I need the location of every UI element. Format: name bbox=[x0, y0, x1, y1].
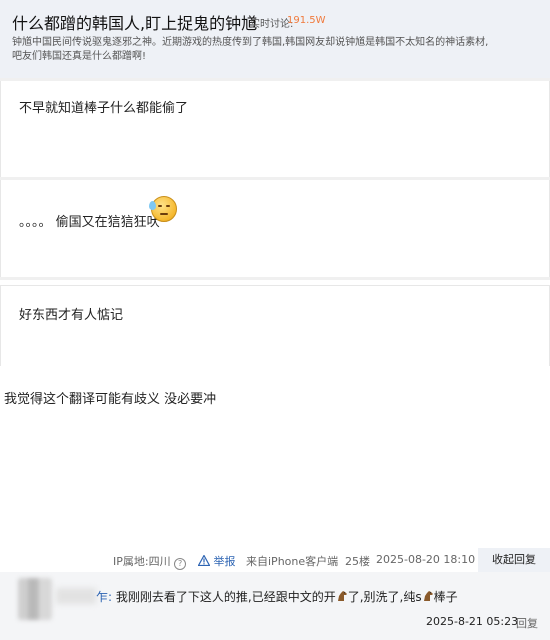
topic-title[interactable]: 什么都蹭的韩国人,盯上捉鬼的钟馗 bbox=[12, 10, 257, 34]
topic-header: 什么都蹭的韩国人,盯上捉鬼的钟馗 实时讨论: 191.5W 钟馗中国民间传说驱鬼… bbox=[0, 0, 550, 78]
report-label: 举报 bbox=[213, 555, 236, 568]
sub-reply-time: 2025-8-21 05:23 bbox=[426, 615, 519, 628]
comment-text: 好东西才有人惦记 bbox=[19, 308, 124, 323]
sweat-smile-emoji-icon bbox=[149, 196, 177, 222]
horse-emoji-icon bbox=[337, 591, 347, 601]
source-text: 来自iPhone客户端 bbox=[246, 553, 338, 569]
topic-description: 钟馗中国民间传说驱鬼逐邪之神。近期游戏的热度传到了韩国,韩国网友却说钟馗是韩国不… bbox=[12, 37, 489, 62]
comment-card: 不早就知道棒子什么都能偷了 bbox=[0, 81, 550, 177]
sub-reply-text-part2: 了,别洗了,纯s bbox=[347, 590, 422, 604]
username-blurred[interactable] bbox=[56, 588, 96, 604]
floor-number: 25楼 bbox=[345, 555, 370, 568]
sub-reply-button[interactable]: 回复 bbox=[516, 615, 538, 631]
reply-time: 2025-08-20 18:10 bbox=[376, 553, 476, 566]
sub-reply-username[interactable]: 乍: bbox=[96, 590, 112, 604]
sub-reply-text-part3: 棒子 bbox=[433, 590, 458, 604]
reply-text: 我觉得这个翻译可能有歧义 没必要冲 bbox=[4, 392, 217, 407]
ip-location-text: IP属地:四川 bbox=[113, 555, 171, 568]
collapse-reply-button[interactable]: 收起回复 bbox=[478, 548, 550, 572]
comment-card: 。。。。 偷国又在狺狺狂吠 bbox=[0, 180, 550, 277]
horse-emoji-icon bbox=[423, 591, 433, 601]
comment-text: 不早就知道棒子什么都能偷了 bbox=[19, 101, 189, 116]
source-text-label: 来自iPhone客户端 bbox=[246, 555, 339, 568]
comment-text: 。。。。 偷国又在狺狺狂吠 bbox=[19, 215, 160, 230]
warning-icon bbox=[198, 555, 210, 566]
discuss-count: 191.5W bbox=[287, 15, 326, 26]
reply-meta-row: IP属地:四川 ? 举报 来自iPhone客户端 25楼 2025-08-20 … bbox=[0, 548, 550, 572]
comment-card: 好东西才有人惦记 bbox=[0, 285, 550, 366]
question-icon[interactable]: ? bbox=[174, 558, 187, 570]
divider bbox=[0, 277, 550, 280]
ip-location: IP属地:四川 ? bbox=[113, 553, 187, 570]
avatar[interactable] bbox=[18, 578, 52, 620]
report-link[interactable]: 举报 bbox=[198, 553, 236, 569]
sub-reply-text-part1: 我刚刚去看了下这人的推,已经跟中文的开 bbox=[115, 590, 336, 604]
sub-reply: 乍: 我刚刚去看了下这人的推,已经跟中文的开 了,别洗了,纯s 棒子 2025-… bbox=[0, 572, 550, 640]
sub-reply-text: 乍: 我刚刚去看了下这人的推,已经跟中文的开 了,别洗了,纯s 棒子 bbox=[96, 588, 458, 605]
